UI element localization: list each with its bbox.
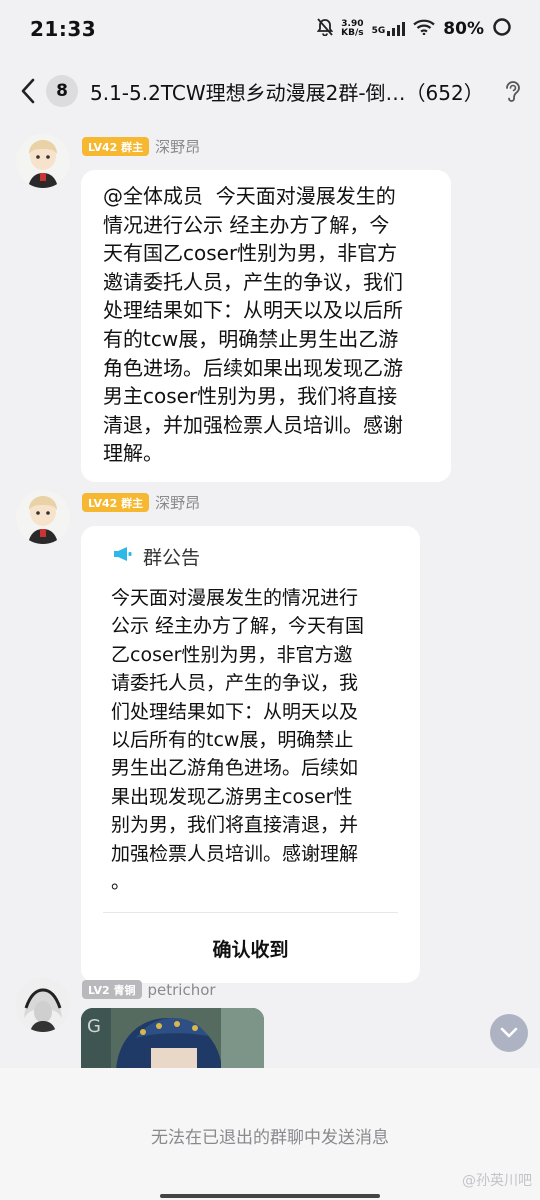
chevron-left-icon — [21, 78, 35, 104]
sender-name[interactable]: 深野昂 — [155, 136, 200, 157]
status-time: 21:33 — [30, 17, 97, 41]
level-badge: LV42 群主 — [82, 137, 150, 156]
message-bubble[interactable]: @全体成员 今天面对漫展发生的 情况进行公示 经主办方了解，今 天有国乙cose… — [81, 170, 451, 482]
ear-icon[interactable] — [500, 78, 526, 104]
level-badge: LV2 青铜 — [82, 980, 142, 999]
message-meta: LV42 群主 深野昂 — [82, 492, 200, 513]
battery-percent: 80% — [443, 19, 484, 39]
exit-notice: 无法在已退出的群聊中发送消息 — [151, 1128, 389, 1148]
cell-signal-icon: 5G — [372, 22, 406, 36]
image-message[interactable]: G — [81, 1008, 264, 1070]
notice-text: 今天面对漫展发生的情况进行 公示 经主办方了解，今天有国 乙coser性别为男，… — [111, 587, 365, 894]
network-type: 5G — [371, 26, 386, 36]
group-notice-card[interactable]: 群公告 今天面对漫展发生的情况进行 公示 经主办方了解，今天有国 乙coser性… — [81, 526, 420, 984]
back-button[interactable] — [14, 71, 42, 111]
message-text: @全体成员 今天面对漫展发生的 情况进行公示 经主办方了解，今 天有国乙cose… — [103, 184, 403, 466]
net-speed: 3.90 KB/s — [341, 20, 363, 38]
notice-header: 群公告 — [81, 526, 420, 572]
unread-count-badge[interactable]: 8 — [46, 75, 78, 107]
battery-ring-icon — [492, 17, 512, 41]
confirm-received-button[interactable]: 确认收到 — [81, 913, 420, 983]
home-indicator[interactable] — [160, 1194, 380, 1198]
avatar[interactable] — [16, 134, 70, 188]
chat-header: 8 5.1-5.2TCW理想乡动漫展2群-倒…（652） — [0, 58, 540, 124]
svg-text:G: G — [87, 1016, 101, 1037]
chevron-down-icon — [500, 1027, 518, 1038]
message-meta: LV42 群主 深野昂 — [82, 136, 200, 157]
input-bar-disabled: 无法在已退出的群聊中发送消息 — [0, 1068, 540, 1200]
scroll-to-bottom-button[interactable] — [490, 1014, 528, 1052]
watermark: @孙英川吧 — [462, 1173, 532, 1189]
megaphone-icon — [113, 546, 133, 566]
avatar[interactable] — [16, 490, 70, 544]
net-speed-unit: KB/s — [341, 28, 364, 38]
notice-title: 群公告 — [143, 546, 201, 569]
status-bar: 21:33 3.90 KB/s 5G 80% — [0, 0, 540, 58]
level-badge: LV42 群主 — [82, 493, 150, 512]
wifi-icon — [413, 19, 436, 39]
avatar[interactable] — [16, 978, 70, 1032]
sender-name[interactable]: 深野昂 — [155, 492, 200, 513]
group-title[interactable]: 5.1-5.2TCW理想乡动漫展2群-倒…（652） — [90, 77, 494, 106]
status-icons: 3.90 KB/s 5G 80% — [316, 17, 512, 41]
sender-name[interactable]: petrichor — [148, 981, 216, 999]
mute-bell-icon — [316, 18, 334, 40]
message-meta: LV2 青铜 petrichor — [82, 980, 216, 999]
